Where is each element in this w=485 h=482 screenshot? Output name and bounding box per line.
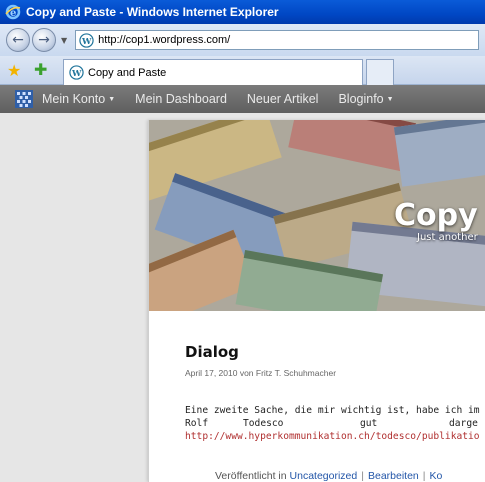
post-meta: April 17, 2010 von Fritz T. Schuhmacher: [185, 368, 337, 378]
admin-menu-neuer-artikel[interactable]: Neuer Artikel: [247, 92, 319, 106]
tab-label: Copy and Paste: [88, 66, 167, 79]
history-dropdown-icon[interactable]: ▼: [61, 36, 67, 45]
address-bar[interactable]: W http://cop1.wordpress.com/: [75, 30, 480, 50]
favorites-star-icon[interactable]: ★: [7, 61, 21, 80]
chevron-down-icon: ▼: [386, 96, 394, 104]
admin-menu-bloginfo[interactable]: Bloginfo ▼: [338, 92, 393, 106]
post-paragraph-line: Eine zweite Sache, die mir wichtig ist, …: [185, 405, 485, 416]
header-image: Copy Just another: [149, 120, 485, 311]
window-titlebar[interactable]: e Copy and Paste - Windows Internet Expl…: [0, 0, 485, 24]
wordpress-grid-logo-icon[interactable]: [15, 90, 33, 108]
address-url[interactable]: http://cop1.wordpress.com/: [98, 34, 230, 46]
window-title: Copy and Paste - Windows Internet Explor…: [26, 5, 279, 19]
tab-copy-and-paste[interactable]: W Copy and Paste: [63, 59, 363, 85]
chevron-down-icon: ▼: [108, 96, 116, 104]
blog-page: Copy Just another Dialog April 17, 2010 …: [148, 120, 485, 482]
new-tab-button[interactable]: [366, 59, 394, 85]
svg-text:W: W: [71, 68, 82, 78]
svg-text:e: e: [10, 8, 16, 19]
separator: |: [422, 470, 426, 482]
ie-logo-icon: e: [5, 4, 21, 20]
forward-arrow-icon: →: [38, 32, 50, 48]
site-description: Just another: [417, 232, 478, 243]
edit-link[interactable]: Bearbeiten: [368, 470, 419, 482]
admin-menu-mein-konto[interactable]: Mein Konto ▼: [42, 92, 115, 106]
add-favorites-icon[interactable]: ✚: [34, 60, 47, 79]
post-paragraph-line: Rolf Todesco gut darge: [185, 418, 478, 429]
post-content: Eine zweite Sache, die mir wichtig ist, …: [185, 404, 485, 443]
forward-button[interactable]: →: [32, 28, 56, 52]
separator: |: [361, 470, 364, 482]
back-arrow-icon: ←: [12, 32, 24, 48]
comments-link[interactable]: Ko: [430, 470, 443, 482]
category-link[interactable]: Uncategorized: [290, 470, 358, 482]
post-title[interactable]: Dialog: [185, 343, 239, 361]
wordpress-icon: W: [69, 65, 84, 80]
post-link[interactable]: http://www.hyperkommunikation.ch/todesco…: [185, 430, 485, 443]
post-footer: Veröffentlicht in Uncategorized | Bearbeit…: [215, 470, 443, 482]
browser-viewport: Copy Just another Dialog April 17, 2010 …: [0, 113, 485, 482]
svg-text:W: W: [81, 35, 92, 45]
tab-bar: ★ ✚ W Copy and Paste: [0, 56, 485, 85]
back-button[interactable]: ←: [6, 28, 30, 52]
site-title[interactable]: Copy: [394, 198, 478, 233]
navigation-bar: ← → ▼ W http://cop1.wordpress.com/: [0, 24, 485, 56]
wordpress-icon: W: [79, 32, 94, 48]
wordpress-admin-bar: Mein Konto ▼ Mein Dashboard Neuer Artikel…: [0, 85, 485, 113]
admin-menu-mein-dashboard[interactable]: Mein Dashboard: [135, 92, 227, 106]
